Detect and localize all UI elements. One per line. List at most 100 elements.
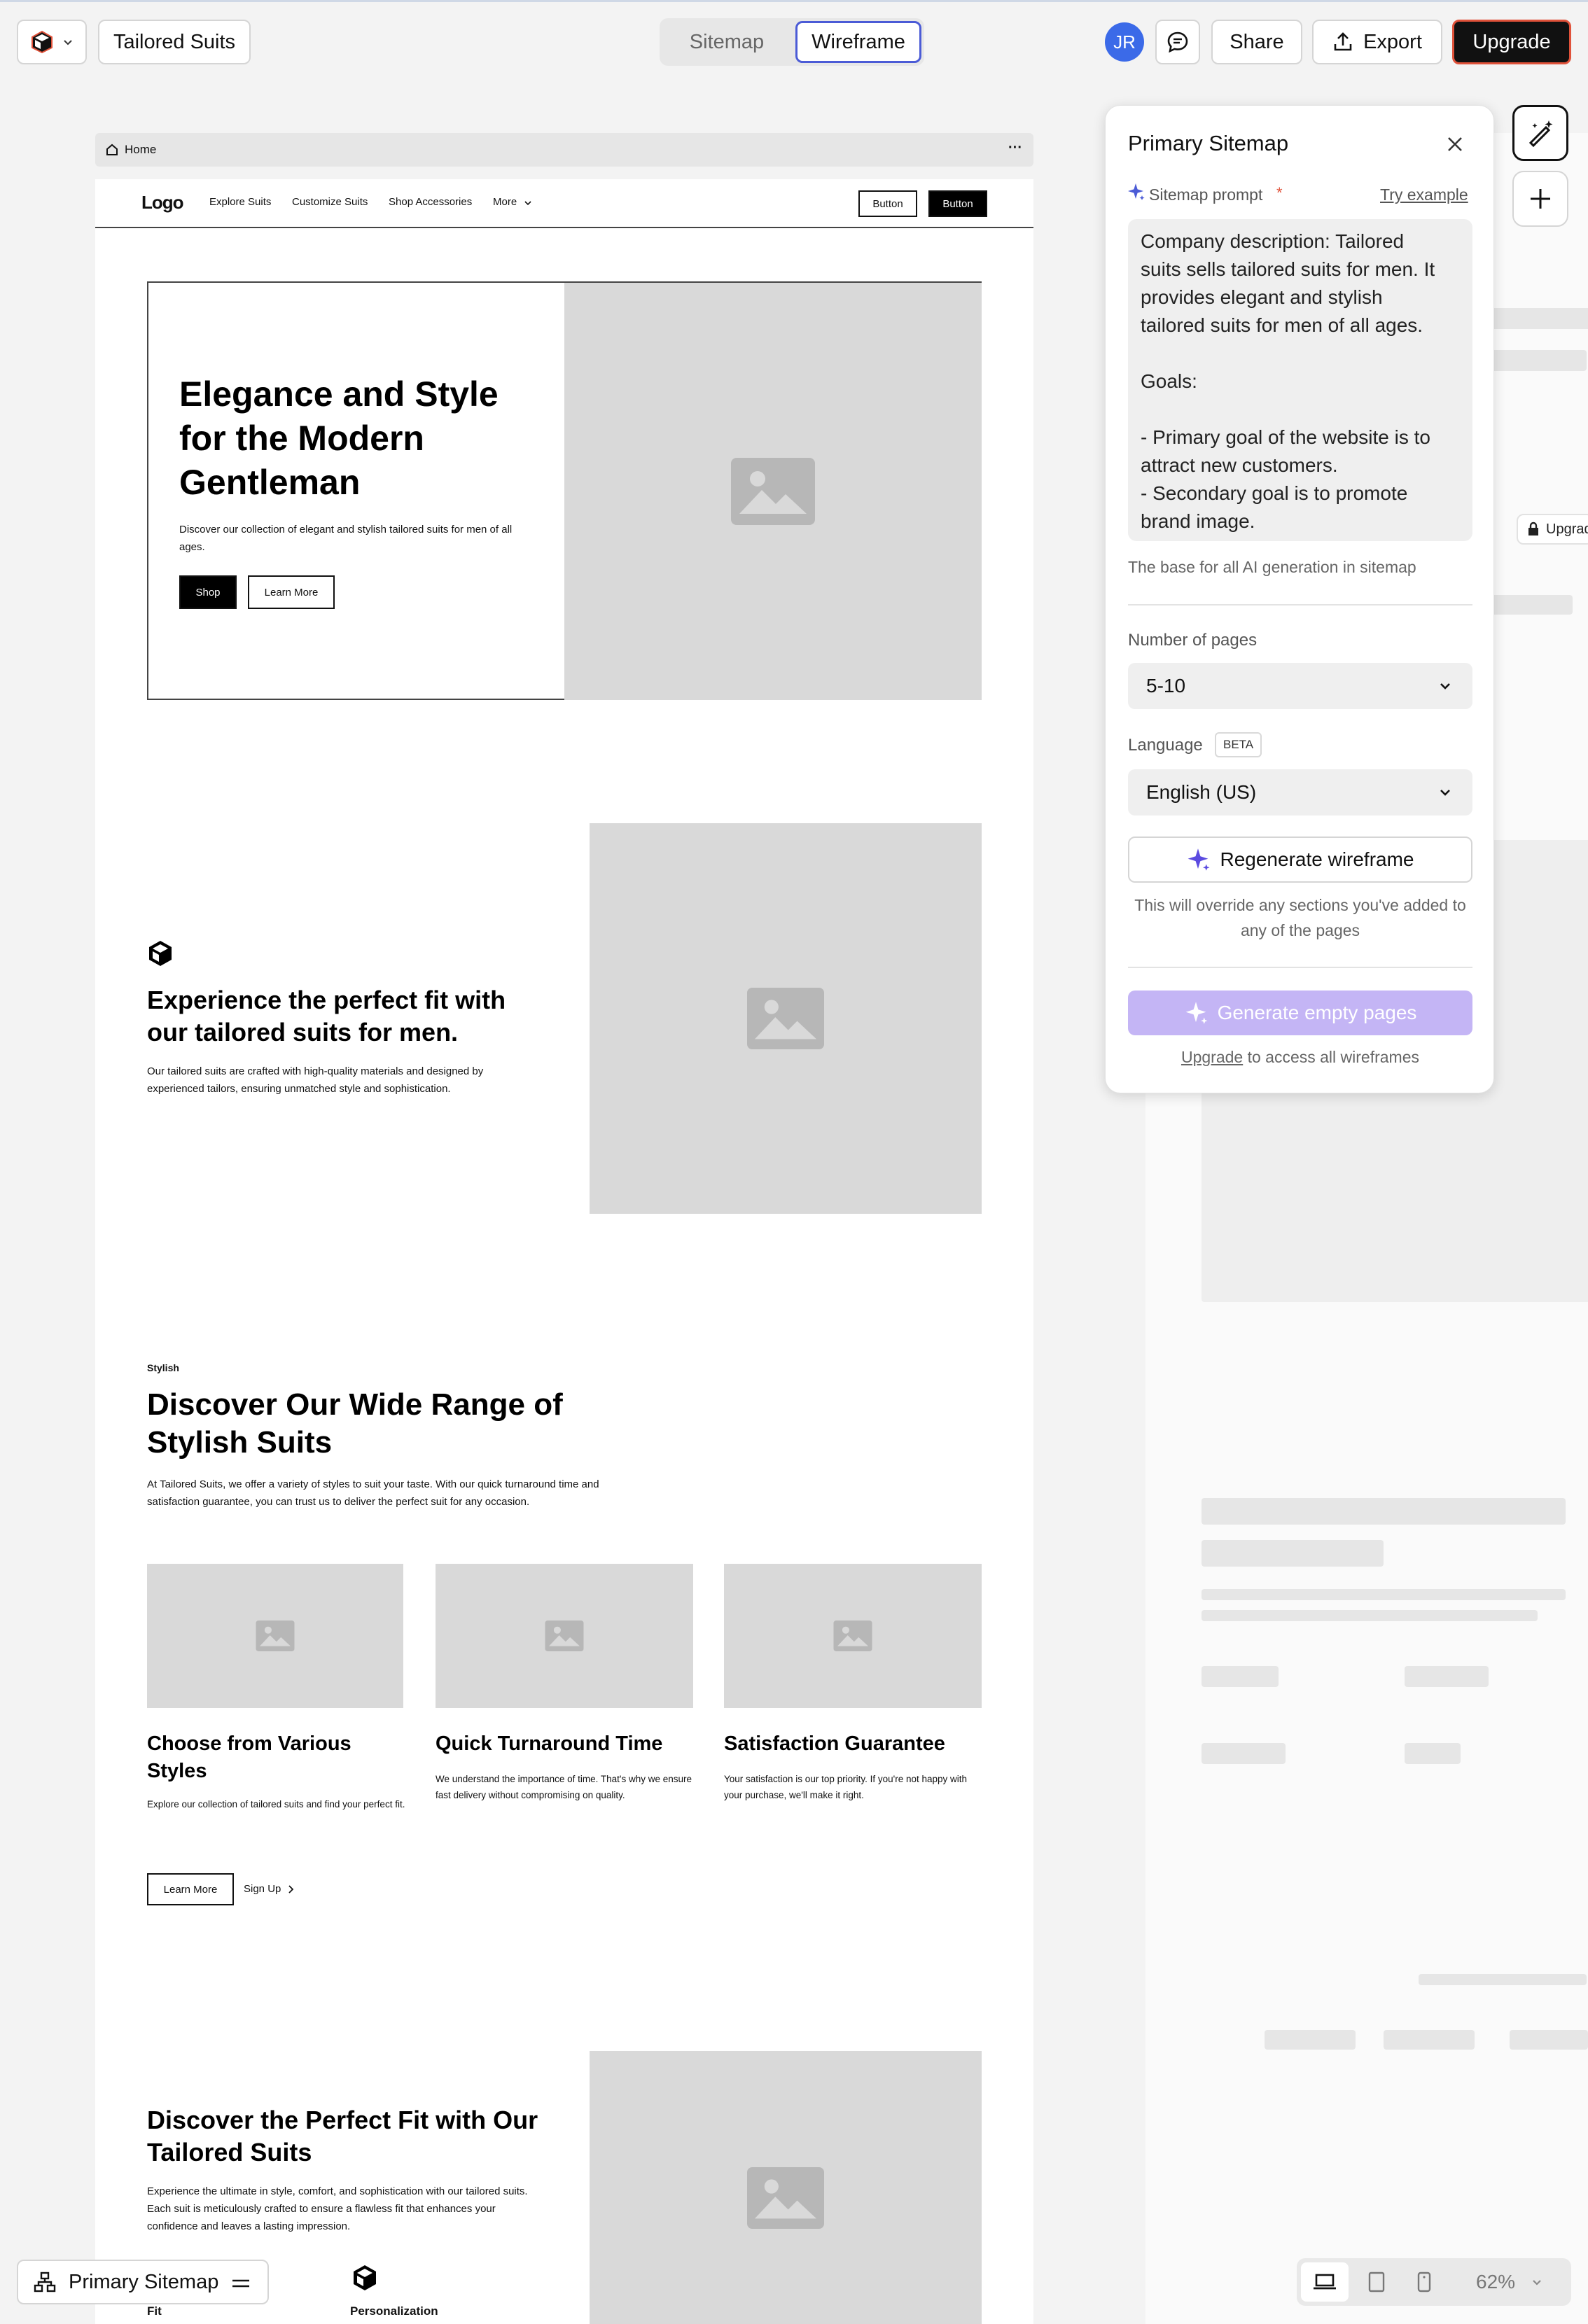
wf-navbar: Logo Explore Suits Customize Suits Shop … xyxy=(95,179,1033,228)
plus-icon xyxy=(1531,189,1550,209)
image-icon xyxy=(256,1620,295,1651)
wf-nav-link[interactable]: Customize Suits xyxy=(292,196,368,208)
desktop-view-button[interactable] xyxy=(1301,2262,1349,2302)
prompt-line xyxy=(1141,396,1460,424)
wf-nav-button[interactable]: Button xyxy=(928,190,987,217)
wf-learn-more-button[interactable]: Learn More xyxy=(147,1873,234,1905)
upgrade-suffix: to access all wireframes xyxy=(1247,1048,1420,1066)
export-button[interactable]: Export xyxy=(1312,20,1442,64)
prompt-line: brand image. xyxy=(1141,510,1255,532)
magic-wand-icon xyxy=(1528,120,1553,148)
wf-range-body: At Tailored Suits, we offer a variety of… xyxy=(147,1478,599,1508)
wf-learn-more-button[interactable]: Learn More xyxy=(248,575,335,609)
wf-card-image xyxy=(436,1564,693,1708)
pages-select[interactable]: 5-10 xyxy=(1128,663,1472,709)
comments-button[interactable] xyxy=(1155,20,1200,64)
lock-icon xyxy=(1528,522,1538,536)
tab-sitemap[interactable]: Sitemap xyxy=(664,22,790,62)
wf-card-image xyxy=(724,1564,982,1708)
zoom-select[interactable]: 62% xyxy=(1458,2262,1567,2302)
wf-hero-title: Elegance and Style for the Modern Gentle… xyxy=(179,374,499,502)
override-note: This will override any sections you've a… xyxy=(1134,896,1466,939)
ghost-logo xyxy=(1384,2030,1475,2050)
project-name: Tailored Suits xyxy=(113,30,236,53)
share-button[interactable]: Share xyxy=(1211,20,1302,64)
ghost-heading xyxy=(1202,1498,1566,1525)
ghost-logo xyxy=(1510,2030,1588,2050)
page-bar[interactable]: Home ··· xyxy=(95,133,1033,167)
wf-feature-title: Experience the perfect fit with our tail… xyxy=(147,986,506,1046)
upgrade-button[interactable]: Upgrade xyxy=(1452,20,1571,64)
wf-fit-title: Discover the Perfect Fit with Our Tailor… xyxy=(147,2106,538,2166)
generate-empty-pages-button[interactable]: Generate empty pages xyxy=(1128,990,1472,1035)
sparkle-icon xyxy=(1128,183,1145,200)
cube-icon xyxy=(149,941,172,966)
prompt-line: provides elegant and stylish xyxy=(1141,286,1383,308)
try-example-link[interactable]: Try example xyxy=(1380,186,1468,204)
wf-image-placeholder xyxy=(590,823,982,1214)
required-mark: * xyxy=(1276,184,1283,202)
sparkle-icon xyxy=(1185,1002,1208,1024)
tab-wireframe[interactable]: Wireframe xyxy=(795,21,921,63)
wf-card-title: Quick Turnaround Time xyxy=(436,1732,663,1755)
divider xyxy=(1128,604,1472,606)
pages-label: Number of pages xyxy=(1128,631,1258,650)
prompt-hint: The base for all AI generation in sitema… xyxy=(1128,558,1416,576)
page-menu-button[interactable]: ··· xyxy=(1008,140,1022,156)
wf-feature-body: Our tailored suits are crafted with high… xyxy=(147,1065,484,1095)
wf-card-image xyxy=(147,1564,403,1708)
wf-hero: Elegance and Style for the Modern Gentle… xyxy=(147,281,982,700)
home-icon xyxy=(106,144,118,155)
wf-nav-button[interactable]: Button xyxy=(858,190,917,217)
wf-range-title: Discover Our Wide Range of Stylish Suits xyxy=(147,1387,563,1460)
wf-sign-up-link[interactable]: Sign Up xyxy=(244,1883,281,1895)
ghost-stat xyxy=(1202,1666,1279,1687)
cube-icon xyxy=(354,2265,376,2290)
mobile-view-button[interactable] xyxy=(1402,2262,1447,2302)
prompt-line: tailored suits for men of all ages. xyxy=(1141,314,1423,336)
view-toggle: Sitemap Wireframe xyxy=(660,18,924,66)
phone-icon xyxy=(1417,2272,1431,2292)
chevron-down-icon xyxy=(1440,790,1450,796)
sitemap-icon xyxy=(34,2272,56,2292)
chevron-down-icon xyxy=(1533,2280,1541,2286)
tablet-view-button[interactable] xyxy=(1354,2262,1399,2302)
wf-shop-button[interactable]: Shop xyxy=(179,575,237,609)
wf-nav-link[interactable]: More xyxy=(493,196,517,208)
wf-card-body: Your satisfaction is our top priority. I… xyxy=(724,1774,968,1800)
ghost-text xyxy=(1419,1974,1587,1985)
prompt-textarea[interactable]: Company description: Tailored suits sells… xyxy=(1128,219,1472,541)
close-icon[interactable] xyxy=(1446,135,1464,153)
wf-logo[interactable]: Logo xyxy=(141,192,184,214)
magic-edit-button[interactable] xyxy=(1512,105,1568,161)
beta-badge: BETA xyxy=(1215,732,1262,757)
avatar[interactable]: JR xyxy=(1105,22,1144,62)
image-icon xyxy=(731,458,815,525)
sparkle-icon xyxy=(1188,848,1210,871)
add-section-button[interactable] xyxy=(1512,171,1568,227)
regenerate-wireframe-button[interactable]: Regenerate wireframe xyxy=(1128,836,1472,883)
project-name-button[interactable]: Tailored Suits xyxy=(98,20,251,64)
cube-logo-icon xyxy=(32,30,53,54)
tablet-icon xyxy=(1368,2272,1385,2292)
app-menu-button[interactable] xyxy=(17,20,87,64)
prompt-text: Company description: Tailored suits sells… xyxy=(1141,227,1460,536)
wf-nav-link[interactable]: Shop Accessories xyxy=(389,196,472,208)
divider xyxy=(1128,967,1472,968)
ghost-heading xyxy=(1202,1540,1384,1567)
wf-eyebrow: Stylish xyxy=(147,1362,179,1373)
ghost-text xyxy=(1202,1589,1566,1600)
upload-icon xyxy=(1334,32,1352,51)
wf-fit-item: Fit xyxy=(147,2304,162,2318)
sitemap-switcher[interactable]: Primary Sitemap xyxy=(17,2260,269,2304)
upgrade-link[interactable]: Upgrade xyxy=(1181,1048,1243,1066)
wf-card-body: Explore our collection of tailored suits… xyxy=(147,1799,405,1809)
wf-nav-link[interactable]: Explore Suits xyxy=(209,196,271,208)
language-select[interactable]: English (US) xyxy=(1128,769,1472,816)
menu-icon xyxy=(232,2279,249,2288)
top-border xyxy=(0,0,1588,2)
ghost-text xyxy=(1202,1610,1538,1621)
upgrade-badge[interactable]: Upgrad xyxy=(1517,514,1588,545)
wf-image-placeholder xyxy=(590,2051,982,2324)
ghost-stat xyxy=(1405,1666,1489,1687)
